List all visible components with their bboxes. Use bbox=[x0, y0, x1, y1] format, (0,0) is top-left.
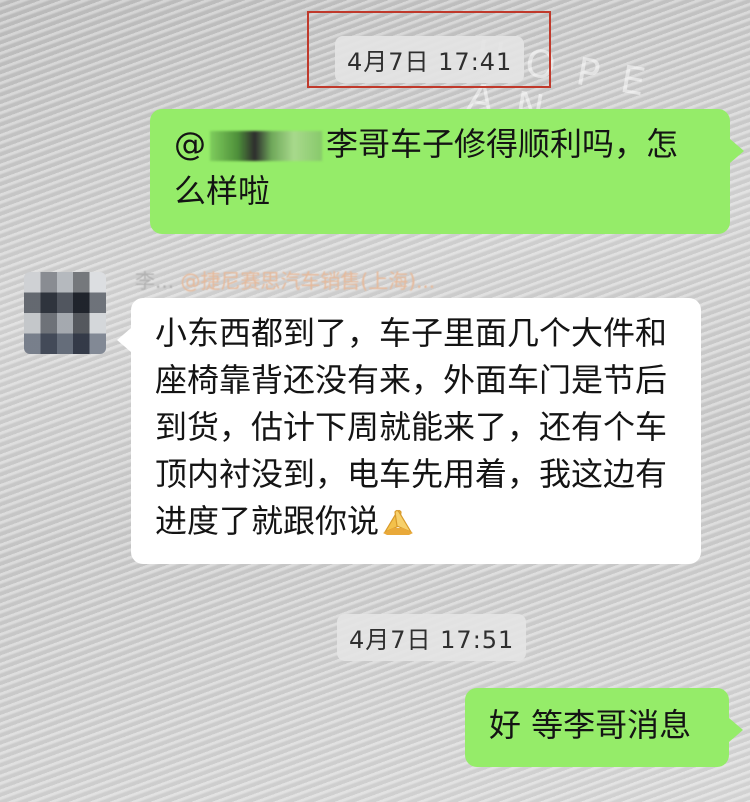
bubble-tail bbox=[117, 328, 131, 352]
sent-message-bubble[interactable]: 好 等李哥消息 bbox=[465, 688, 743, 767]
timestamp: 4月7日 17:41 bbox=[335, 36, 525, 83]
folded-hands-icon bbox=[381, 502, 415, 535]
sender-tag: @捷尼赛思汽车销售(上海)... bbox=[180, 269, 436, 293]
redacted-name bbox=[210, 131, 322, 161]
timestamp: 4月7日 17:51 bbox=[337, 614, 527, 661]
avatar[interactable] bbox=[24, 272, 106, 354]
sender-name[interactable]: 李... @捷尼赛思汽车销售(上海)... bbox=[135, 265, 435, 294]
bubble-tail bbox=[730, 139, 744, 163]
bubble-tail bbox=[729, 718, 743, 742]
received-message-bubble[interactable]: 小东西都到了，车子里面几个大件和座椅靠背还没有来，外面车门是节后到货，估计下周就… bbox=[117, 298, 701, 564]
message-text: 好 等李哥消息 bbox=[489, 706, 692, 744]
mention-prefix[interactable]: @ bbox=[174, 125, 206, 163]
sender-name-text: 李... bbox=[135, 269, 175, 293]
sent-message-bubble[interactable]: @ 李哥车子修得顺利吗，怎么样啦 bbox=[150, 109, 744, 234]
